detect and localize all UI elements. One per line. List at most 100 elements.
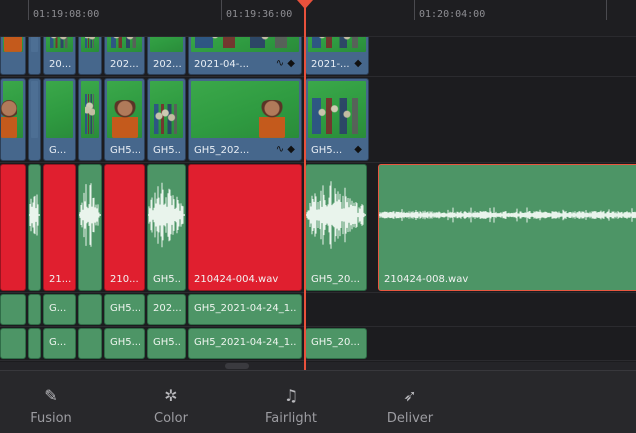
video-clip[interactable] <box>78 37 102 75</box>
video-clip[interactable] <box>0 78 26 161</box>
scrollbar-thumb[interactable] <box>225 363 249 369</box>
timeline-ruler[interactable]: 01:19:08:00 01:19:36:00 01:20:04:00 <box>0 0 636 37</box>
clip-label: GH5... <box>110 302 140 314</box>
clip-label: 210424-004.wav <box>194 274 279 285</box>
clip-label: G... <box>49 336 67 348</box>
audio-clip[interactable] <box>78 328 102 359</box>
audio-clip[interactable] <box>28 294 41 325</box>
audio-clip[interactable]: G... <box>43 328 76 359</box>
clip-label: 210424-008.wav <box>384 274 469 285</box>
video-clip[interactable]: 202... <box>104 37 145 75</box>
audio-track-a1: 21... 210... GH5... 210424-004.wav GH5_2… <box>0 164 636 292</box>
page-navigation-bar: ✎ Fusion ✲ Color ♫ Fairlight ➶ Deliver <box>0 370 636 433</box>
audio-clip[interactable] <box>28 328 41 359</box>
clip-label: G... <box>49 302 67 314</box>
video-clip[interactable]: 202... <box>147 37 186 75</box>
audio-clip[interactable]: GH5_20... <box>305 328 367 359</box>
timeline-tracks[interactable]: 20... 202... 202... 2021-04-... ∿ ◆ 2021-… <box>0 37 636 370</box>
video-clip[interactable]: GH5... <box>147 78 186 161</box>
deliver-icon: ➶ <box>403 386 417 405</box>
video-clip[interactable]: 2021-... ◆ <box>305 37 369 75</box>
audio-clip[interactable] <box>0 164 26 291</box>
audio-clip[interactable]: G... <box>43 294 76 325</box>
clip-label: GH5_20... <box>311 274 360 285</box>
video-clip[interactable] <box>0 37 26 75</box>
video-clip[interactable]: 2021-04-... ∿ ◆ <box>188 37 302 75</box>
audio-clip-selected[interactable]: 210424-008.wav <box>378 164 636 291</box>
page-button-fusion[interactable]: ✎ Fusion <box>0 371 111 433</box>
audio-track-a2: G... GH5... 202... GH5_2021-04-24_1... <box>0 294 636 326</box>
audio-clip[interactable]: GH5... <box>104 294 145 325</box>
video-clip[interactable]: GH5_202... ∿ ◆ <box>188 78 302 161</box>
clip-label: 202... <box>110 59 139 70</box>
audio-clip[interactable] <box>78 164 102 291</box>
video-clip[interactable] <box>28 78 41 161</box>
audio-clip[interactable]: 210424-004.wav <box>188 164 302 291</box>
audio-track-a3: G... GH5... GH5... GH5_2021-04-24_1... G… <box>0 328 636 360</box>
ruler-tick <box>414 0 415 20</box>
page-button-fairlight[interactable]: ♫ Fairlight <box>231 371 351 433</box>
page-label: Color <box>154 411 188 426</box>
clip-label: GH5... <box>153 145 181 156</box>
clip-label: G... <box>49 145 67 156</box>
clip-label: 2021-04-... <box>194 59 249 70</box>
clip-markers: ∿ ◆ <box>275 144 295 155</box>
page-label: Fusion <box>30 411 72 426</box>
page-button-deliver[interactable]: ➶ Deliver <box>350 371 470 433</box>
fusion-icon: ✎ <box>44 386 58 405</box>
clip-label: 21... <box>49 274 71 285</box>
track-divider <box>0 292 636 293</box>
audio-waveform <box>306 181 366 249</box>
clip-label: GH5_2021-04-24_1... <box>194 336 297 348</box>
clip-label: GH5... <box>110 336 140 348</box>
audio-clip[interactable]: 210... <box>104 164 145 291</box>
video-clip[interactable] <box>78 78 102 161</box>
playhead-line[interactable] <box>304 0 306 370</box>
audio-waveform <box>379 207 636 223</box>
clip-markers: ◆ <box>354 58 362 69</box>
clip-label: GH5_20... <box>311 336 360 348</box>
video-clip[interactable] <box>28 37 41 75</box>
audio-clip[interactable]: GH5_2021-04-24_1... <box>188 328 302 359</box>
playhead-handle[interactable] <box>297 0 313 9</box>
audio-clip[interactable] <box>28 164 41 291</box>
page-label: Deliver <box>386 411 434 426</box>
clip-label: 202... <box>153 59 181 70</box>
audio-clip[interactable]: GH5... <box>147 328 186 359</box>
video-clip[interactable]: GH5... ◆ <box>305 78 369 161</box>
clip-label: 202... <box>153 302 181 314</box>
ruler-timecode: 01:20:04:00 <box>419 9 486 20</box>
video-clip[interactable]: GH5... <box>104 78 145 161</box>
video-clip[interactable]: G... <box>43 78 76 161</box>
audio-clip[interactable]: GH5_2021-04-24_1... <box>188 294 302 325</box>
track-divider <box>0 162 636 163</box>
clip-label: GH5_2021-04-24_1... <box>194 302 297 314</box>
audio-clip[interactable] <box>0 328 26 359</box>
video-clip[interactable]: 20... <box>43 37 76 75</box>
page-button-color[interactable]: ✲ Color <box>111 371 231 433</box>
clip-label: GH5... <box>153 274 181 285</box>
audio-waveform <box>79 183 101 247</box>
page-label: Fairlight <box>264 411 318 426</box>
ruler-tick <box>606 0 607 20</box>
audio-clip[interactable]: 21... <box>43 164 76 291</box>
ruler-timecode: 01:19:08:00 <box>33 9 100 20</box>
audio-clip[interactable]: GH5_20... <box>305 164 367 291</box>
track-divider <box>0 326 636 327</box>
timeline-horizontal-scrollbar[interactable] <box>0 362 636 370</box>
clip-label: 210... <box>110 274 139 285</box>
fairlight-icon: ♫ <box>283 386 299 405</box>
ruler-tick <box>221 0 222 20</box>
audio-clip[interactable]: GH5... <box>147 164 186 291</box>
audio-clip[interactable] <box>0 294 26 325</box>
audio-clip[interactable]: GH5... <box>104 328 145 359</box>
clip-label: GH5... <box>153 336 181 348</box>
track-divider <box>0 76 636 77</box>
video-track-v1: G... GH5... GH5... GH5_202... ∿ ◆ GH5... ◆ <box>0 78 636 162</box>
audio-waveform <box>148 182 185 248</box>
clip-markers: ◆ <box>354 144 362 155</box>
clip-label: GH5_202... <box>194 145 250 156</box>
color-icon: ✲ <box>164 386 178 405</box>
audio-clip[interactable]: 202... <box>147 294 186 325</box>
audio-clip[interactable] <box>78 294 102 325</box>
